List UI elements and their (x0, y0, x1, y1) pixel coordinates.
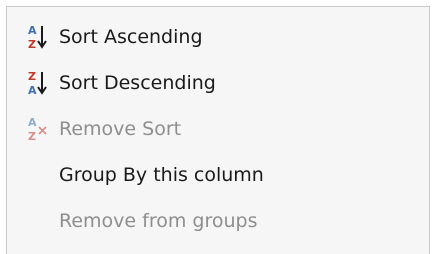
group-by-column-label: Group By this column (59, 164, 264, 186)
svg-text:A: A (28, 84, 37, 97)
svg-text:Z: Z (28, 130, 36, 143)
svg-text:A: A (28, 116, 37, 129)
menu-item-remove-sort[interactable]: A Z Remove Sort (7, 109, 429, 149)
sort-descending-icon: Z A (28, 70, 47, 97)
menu-item-remove-from-groups[interactable]: Remove from groups (7, 201, 429, 241)
remove-from-groups-label: Remove from groups (59, 210, 258, 232)
menu-item-sort-ascending[interactable]: A Z Sort Ascending (7, 17, 429, 57)
svg-text:Z: Z (28, 38, 36, 51)
remove-sort-label: Remove Sort (59, 118, 182, 140)
svg-text:A: A (28, 24, 37, 37)
menu-item-sort-descending[interactable]: Z A Sort Descending (7, 63, 429, 103)
column-context-menu: A Z Sort Ascending Z A Sort Descending A… (6, 6, 430, 254)
sort-ascending-icon: A Z (28, 24, 47, 51)
sort-descending-label: Sort Descending (59, 72, 216, 94)
remove-sort-icon: A Z (28, 116, 47, 143)
sort-ascending-label: Sort Ascending (59, 26, 203, 48)
svg-text:Z: Z (28, 70, 36, 83)
menu-item-group-by-column[interactable]: Group By this column (7, 155, 429, 195)
